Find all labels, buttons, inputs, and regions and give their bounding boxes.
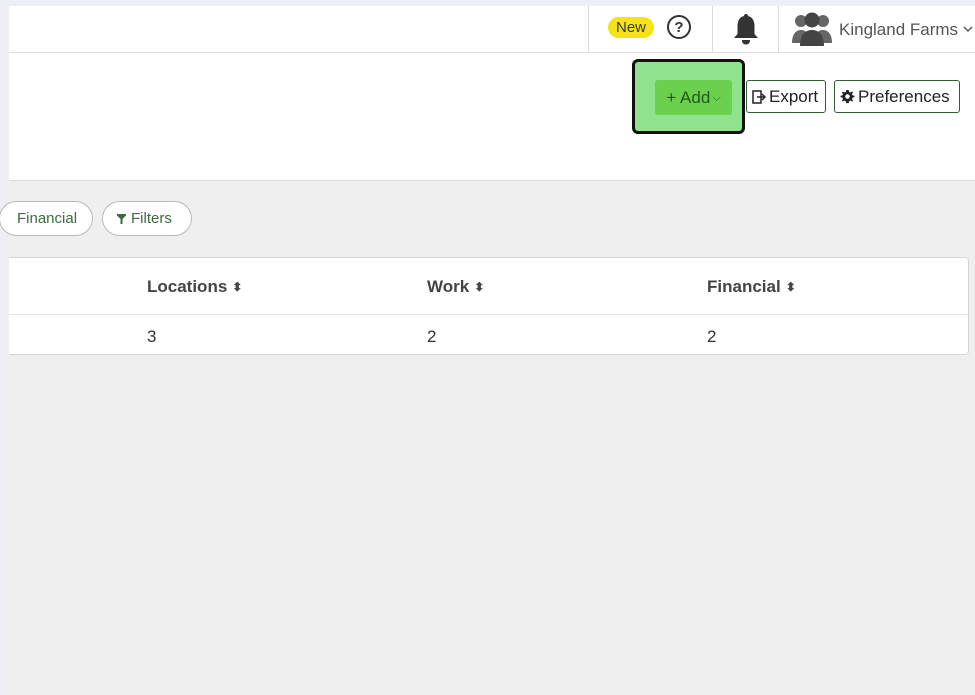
divider bbox=[588, 6, 589, 52]
row-divider bbox=[9, 314, 968, 315]
column-label: Locations bbox=[147, 277, 228, 296]
bell-icon[interactable] bbox=[731, 12, 761, 46]
org-switcher[interactable]: Kingland Farms bbox=[791, 10, 975, 48]
add-button[interactable]: + Add ⌵ bbox=[655, 80, 732, 115]
filters-chip[interactable]: Filters bbox=[102, 201, 192, 236]
users-icon bbox=[792, 12, 832, 46]
new-badge[interactable]: New bbox=[608, 17, 655, 38]
column-label: Work bbox=[427, 277, 470, 296]
column-header-financial[interactable]: Financial ⬍ bbox=[707, 277, 796, 297]
divider bbox=[712, 6, 713, 52]
page-header: + Add ⌵ Export Preferences bbox=[9, 53, 975, 181]
app-frame: New ? Kingland Farms + Add ⌵ Export Pref… bbox=[0, 6, 975, 695]
top-bar: New ? Kingland Farms bbox=[9, 6, 975, 53]
org-name: Kingland Farms bbox=[839, 20, 959, 39]
divider bbox=[778, 6, 779, 52]
sort-icon: ⬍ bbox=[474, 280, 485, 294]
cell-financial: 2 bbox=[707, 327, 717, 346]
data-table: Locations ⬍ Work ⬍ Financial ⬍ 3 2 2 bbox=[9, 257, 969, 355]
financial-filter-chip[interactable]: Financial bbox=[0, 201, 93, 236]
column-header-work[interactable]: Work ⬍ bbox=[427, 277, 484, 297]
gear-icon bbox=[840, 89, 855, 104]
sort-icon: ⬍ bbox=[232, 280, 243, 294]
preferences-label: Preferences bbox=[858, 87, 950, 106]
chevron-down-icon bbox=[963, 26, 973, 32]
help-icon[interactable]: ? bbox=[667, 15, 691, 39]
filter-icon bbox=[117, 214, 126, 224]
export-icon bbox=[752, 90, 767, 104]
cell-locations: 3 bbox=[147, 327, 157, 346]
export-label: Export bbox=[769, 87, 819, 106]
filters-label: Filters bbox=[131, 210, 172, 227]
preferences-button[interactable]: Preferences bbox=[834, 80, 960, 113]
add-button-label: + Add bbox=[666, 88, 711, 107]
sort-icon: ⬍ bbox=[785, 280, 796, 294]
chevron-down-icon: ⌵ bbox=[712, 92, 721, 104]
column-label: Financial bbox=[707, 277, 781, 296]
cell-work: 2 bbox=[427, 327, 437, 346]
column-header-locations[interactable]: Locations ⬍ bbox=[147, 277, 242, 297]
export-button[interactable]: Export bbox=[746, 80, 826, 113]
